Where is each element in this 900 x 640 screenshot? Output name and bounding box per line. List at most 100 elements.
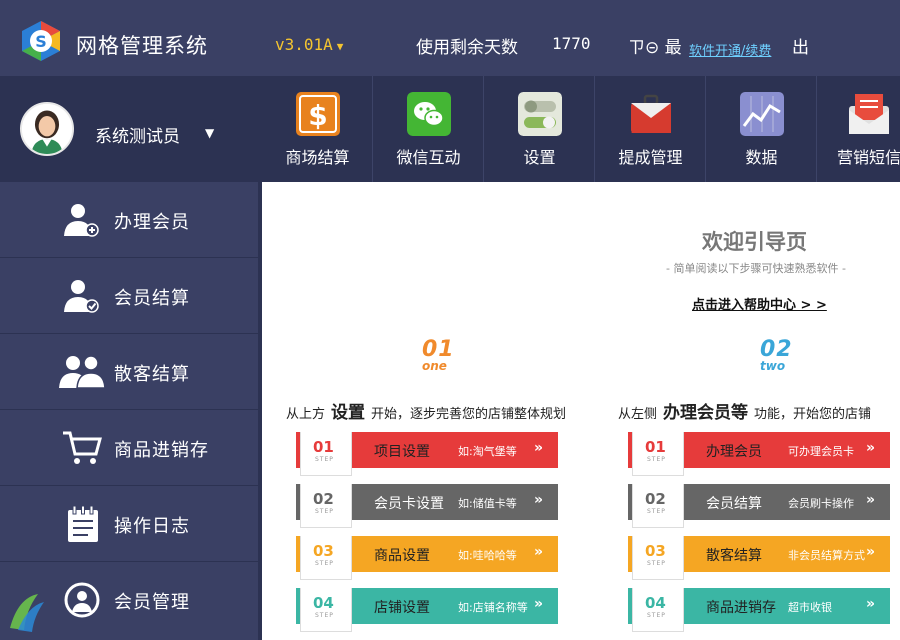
user-name: 系统测试员: [95, 127, 180, 147]
app-title: 网格管理系统: [76, 34, 208, 58]
nav-item-data[interactable]: 数据: [706, 76, 817, 182]
welcome-guide: 欢迎引导页 - 简单阅读以下步骤可快速熟悉软件 - 点击进入帮助中心 > > 0…: [262, 182, 900, 640]
chevron-down-icon[interactable]: ▼: [205, 126, 214, 140]
list-item[interactable]: 01 STEP 项目设置 如:淘气堡等 »: [296, 432, 558, 484]
intro-suffix: 功能，开始您的店铺: [754, 407, 872, 422]
sidebar-item-add-member[interactable]: 办理会员: [0, 182, 258, 258]
remaining-days-value: 1770: [552, 34, 591, 53]
list-item[interactable]: 03 STEP 散客结算 非会员结算方式 »: [628, 536, 890, 588]
step-index: 02: [313, 490, 334, 508]
chevron-down-icon: ▼: [336, 40, 344, 53]
sidebar-item-inventory[interactable]: 商品进销存: [0, 410, 258, 486]
step-index: 03: [313, 542, 334, 560]
intro-prefix: 从左侧: [618, 407, 658, 422]
step-title: 商品进销存: [706, 600, 776, 616]
step-hint: 会员刷卡操作: [788, 497, 854, 510]
double-arrow-icon: »: [866, 544, 876, 560]
step-hint: 非会员结算方式: [788, 549, 865, 562]
remaining-days-label: 使用剩余天数: [416, 38, 518, 58]
step-title: 散客结算: [706, 548, 762, 564]
step-word: STEP: [647, 456, 666, 463]
step-index: 04: [645, 594, 666, 612]
nav-item-settings[interactable]: 设置: [484, 76, 595, 182]
step-word: STEP: [315, 456, 334, 463]
sidebar-item-member-checkout[interactable]: 会员结算: [0, 258, 258, 334]
user-panel[interactable]: 系统测试员 ▼: [0, 76, 262, 182]
nav-item-label: 微信互动: [396, 148, 461, 167]
nav-item-label: 数据: [745, 148, 778, 167]
add-user-icon: [64, 204, 99, 237]
svg-text:S: S: [35, 32, 47, 51]
nav-item-label: 营销短信: [837, 148, 900, 167]
nav-item-checkout[interactable]: $ 商场结算: [262, 76, 373, 182]
step-title: 店铺设置: [374, 600, 430, 616]
step-title: 项目设置: [374, 444, 430, 460]
page-subtitle: - 简单阅读以下步骤可快速熟悉软件 -: [666, 262, 846, 275]
nav-item-label: 提成管理: [618, 148, 683, 167]
sidebar-item-label: 办理会员: [114, 212, 190, 233]
double-arrow-icon: »: [534, 440, 544, 456]
avatar: [20, 102, 74, 156]
user-avatar-icon: [22, 104, 72, 154]
briefcase-icon: [631, 94, 671, 133]
list-item[interactable]: 04 STEP 店铺设置 如:店铺名称等 »: [296, 588, 558, 640]
svg-text:$: $: [308, 99, 327, 132]
nav-item-commission[interactable]: 提成管理: [595, 76, 706, 182]
sidebar-item-label: 散客结算: [114, 364, 190, 385]
sidebar: 办理会员 会员结算 散客结算 商品进销存 操作日志 会员管理: [0, 182, 262, 640]
nav-item-label: 商场结算: [285, 148, 350, 167]
double-arrow-icon: »: [534, 544, 544, 560]
step-hint: 如:淘气堡等: [458, 445, 517, 458]
chart-icon: [740, 92, 784, 136]
intro-prefix: 从上方: [286, 407, 326, 422]
sidebar-item-label: 会员结算: [114, 288, 190, 309]
intro-keyword: 设置: [331, 403, 366, 423]
dollar-icon: $: [296, 92, 340, 136]
double-arrow-icon: »: [866, 596, 876, 612]
help-center-link[interactable]: 点击进入帮助中心 > >: [692, 294, 827, 313]
exit-button[interactable]: 出: [792, 33, 809, 58]
step-title: 会员卡设置: [374, 496, 444, 512]
cart-icon: [63, 431, 102, 464]
step-index: 02: [645, 490, 666, 508]
nav-item-sms[interactable]: 营销短信: [817, 76, 900, 182]
step-index: 01: [645, 438, 666, 456]
list-item[interactable]: 03 STEP 商品设置 如:哇哈哈等 »: [296, 536, 558, 588]
step-hint: 超市收银: [788, 601, 832, 614]
users-icon: [59, 355, 106, 389]
double-arrow-icon: »: [866, 492, 876, 508]
step-word: STEP: [647, 612, 666, 619]
step-index: 04: [313, 594, 334, 612]
step-word: STEP: [647, 560, 666, 567]
step-tab: 04 STEP: [632, 588, 684, 632]
sidebar-item-operation-log[interactable]: 操作日志: [0, 486, 258, 562]
header-truncated-text: ㄗ⊝ 最: [628, 38, 682, 58]
list-item[interactable]: 01 STEP 办理会员 可办理会员卡 »: [628, 432, 890, 484]
page-title: 欢迎引导页: [702, 230, 807, 254]
step-word: STEP: [315, 508, 334, 515]
list-item[interactable]: 02 STEP 会员结算 会员刷卡操作 »: [628, 484, 890, 536]
sidebar-item-guest-checkout[interactable]: 散客结算: [0, 334, 258, 410]
sidebar-item-label: 操作日志: [114, 516, 190, 537]
renew-link[interactable]: 软件开通/续费: [689, 40, 771, 59]
version-label: v3.01A: [275, 35, 333, 54]
notepad-icon: [68, 506, 98, 542]
mail-icon: [849, 94, 889, 134]
double-arrow-icon: »: [534, 596, 544, 612]
step-title: 商品设置: [374, 548, 430, 564]
list-item[interactable]: 02 STEP 会员卡设置 如:储值卡等 »: [296, 484, 558, 536]
step-one-list: 01 STEP 项目设置 如:淘气堡等 » 02 STEP 会员卡设置 如:储值卡等…: [296, 432, 558, 640]
step-one-number: 01 one: [422, 337, 455, 373]
step-word: STEP: [315, 612, 334, 619]
step-index: 03: [645, 542, 666, 560]
step-hint: 如:储值卡等: [458, 497, 517, 510]
step-number: 01: [422, 337, 455, 362]
version-selector[interactable]: v3.01A ▼: [275, 35, 343, 54]
intro-keyword: 办理会员等: [663, 403, 749, 423]
list-item[interactable]: 04 STEP 商品进销存 超市收银 »: [628, 588, 890, 640]
step-one-intro: 从上方 设置 开始，逐步完善您的店铺整体规划: [286, 398, 566, 423]
nav-item-wechat[interactable]: 微信互动: [373, 76, 484, 182]
user-check-icon: [64, 280, 99, 313]
step-two-list: 01 STEP 办理会员 可办理会员卡 » 02 STEP 会员结算 会员刷卡操作 …: [628, 432, 890, 640]
site-watermark-logo: [10, 594, 44, 632]
